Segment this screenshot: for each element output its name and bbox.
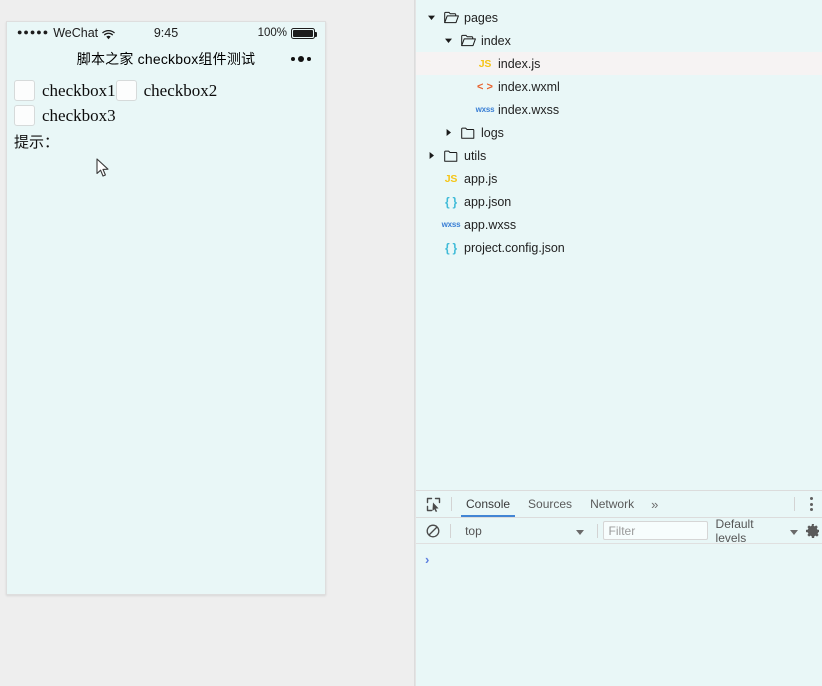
- checkbox-label: checkbox1: [42, 80, 116, 100]
- file-tree-label: pages: [464, 10, 499, 25]
- chevron-right-icon[interactable]: [441, 128, 455, 137]
- gear-icon[interactable]: [805, 522, 822, 540]
- file-tree-label: index.wxml: [498, 79, 560, 94]
- console-prompt-icon: ›: [425, 551, 430, 567]
- phone-nav-bar: 脚本之家 checkbox组件测试: [7, 44, 325, 74]
- json-file-icon: { }: [444, 240, 458, 255]
- console-tabbar-right: [789, 491, 822, 517]
- file-tree-label: project.config.json: [464, 240, 565, 255]
- console-levels-label: Default levels: [715, 516, 754, 545]
- mini-program-page-body: checkbox1 checkbox2 checkbox3 提示：: [7, 74, 325, 152]
- checkbox-box[interactable]: [14, 105, 35, 126]
- more-options-icon[interactable]: [800, 491, 822, 517]
- checkbox-item-checkbox1[interactable]: checkbox1: [14, 80, 116, 101]
- file-tree-row-index-wxss[interactable]: wxss index.wxss: [416, 98, 822, 121]
- clear-console-icon[interactable]: [420, 518, 445, 544]
- toolbar-separator: [451, 497, 452, 511]
- tab-console[interactable]: Console: [457, 491, 519, 517]
- chevron-down-icon[interactable]: [424, 13, 438, 22]
- file-tree-row-logs[interactable]: logs: [416, 121, 822, 144]
- tab-network[interactable]: Network: [581, 491, 643, 517]
- console-levels-select[interactable]: Default levels: [716, 517, 798, 545]
- console-message-area[interactable]: ›: [416, 544, 822, 567]
- folder-open-icon: [438, 11, 464, 24]
- toolbar-separator: [596, 523, 598, 538]
- console-tab-bar: Console Sources Network »: [416, 491, 822, 518]
- tab-sources[interactable]: Sources: [519, 491, 581, 517]
- file-tree-row-index-js[interactable]: JS index.js: [416, 52, 822, 75]
- arrow-cursor: [96, 158, 110, 178]
- console-prompt-row[interactable]: ›: [425, 551, 822, 567]
- checkbox-box[interactable]: [115, 80, 137, 101]
- checkbox-box[interactable]: [14, 80, 35, 101]
- page-title: 脚本之家 checkbox组件测试: [76, 51, 256, 67]
- js-file-icon: JS: [444, 172, 458, 185]
- tip-line: 提示：: [7, 131, 325, 152]
- phone-status-bar: ●●●●● WeChat 9:45 100%: [7, 22, 325, 44]
- signal-dots-icon: ●●●●●: [17, 26, 50, 37]
- file-tree-row-pages[interactable]: pages: [416, 6, 822, 29]
- wxss-file-icon: wxss: [441, 220, 461, 229]
- folder-icon: [455, 127, 481, 139]
- checkbox-row: checkbox3: [7, 103, 325, 128]
- checkbox-label: checkbox3: [42, 105, 116, 125]
- chevron-down-icon: [789, 524, 798, 538]
- devtools-panel: pages index JS index.js < > index.wxml wxss ind…: [416, 0, 822, 686]
- chevron-down-icon: [575, 524, 584, 538]
- console-filter-bar: top Default levels: [416, 517, 822, 545]
- file-tree-label: index.wxss: [498, 102, 560, 117]
- tip-label: 提示：: [14, 134, 60, 151]
- file-tree-row-project-config-json[interactable]: { } project.config.json: [416, 236, 822, 259]
- file-tree-row-app-wxss[interactable]: wxss app.wxss: [416, 213, 822, 236]
- simulator-panel: ●●●●● WeChat 9:45 100% 脚本之家 checkbox组件测试…: [0, 0, 414, 686]
- wxss-file-icon: wxss: [475, 105, 495, 114]
- file-tree-label: app.js: [464, 171, 498, 186]
- file-tree-row-app-json[interactable]: { } app.json: [416, 190, 822, 213]
- file-tree-label: logs: [481, 125, 504, 140]
- app-root: ●●●●● WeChat 9:45 100% 脚本之家 checkbox组件测试…: [0, 0, 822, 686]
- inspect-element-icon[interactable]: [420, 491, 446, 517]
- battery-percent-label: 100%: [257, 27, 287, 39]
- battery-icon: [291, 27, 317, 39]
- checkbox-item-checkbox3[interactable]: checkbox3: [14, 105, 116, 126]
- chevron-down-icon[interactable]: [441, 36, 455, 45]
- console-filter-input[interactable]: [602, 521, 708, 540]
- carrier-label: WeChat: [53, 26, 99, 40]
- file-tree-row-utils[interactable]: utils: [416, 144, 822, 167]
- wxml-file-icon: < >: [477, 80, 493, 93]
- status-bar-right: 100%: [257, 27, 317, 39]
- file-tree-row-index[interactable]: index: [416, 29, 822, 52]
- json-file-icon: { }: [444, 194, 458, 209]
- file-tree-row-app-js[interactable]: JS app.js: [416, 167, 822, 190]
- file-tree[interactable]: pages index JS index.js < > index.wxml wxss ind…: [416, 0, 822, 490]
- folder-open-icon: [455, 34, 481, 47]
- phone-simulator-frame: ●●●●● WeChat 9:45 100% 脚本之家 checkbox组件测试…: [6, 21, 326, 595]
- file-tree-label: utils: [464, 148, 487, 163]
- console-panel: Console Sources Network » top Filter Def…: [416, 490, 822, 686]
- folder-icon: [438, 150, 464, 162]
- chevron-right-icon[interactable]: [424, 151, 438, 160]
- console-context-select[interactable]: top: [456, 521, 591, 541]
- checkbox-row: checkbox1 checkbox2: [7, 78, 325, 103]
- console-context-value: top: [465, 523, 482, 538]
- toolbar-separator: [450, 523, 452, 538]
- wifi-icon: [102, 29, 115, 40]
- file-tree-label: index: [481, 33, 511, 48]
- file-tree-label: index.js: [498, 56, 541, 71]
- more-tabs-icon[interactable]: »: [643, 491, 666, 517]
- file-tree-label: app.json: [464, 194, 512, 209]
- file-tree-row-index-wxml[interactable]: < > index.wxml: [416, 75, 822, 98]
- checkbox-label: checkbox2: [143, 80, 218, 100]
- file-tree-label: app.wxss: [464, 217, 517, 232]
- toolbar-separator: [794, 497, 795, 511]
- status-bar-left: ●●●●● WeChat: [17, 26, 115, 40]
- js-file-icon: JS: [478, 57, 492, 70]
- more-capsule-icon[interactable]: [291, 56, 311, 62]
- checkbox-item-checkbox2[interactable]: checkbox2: [115, 80, 218, 101]
